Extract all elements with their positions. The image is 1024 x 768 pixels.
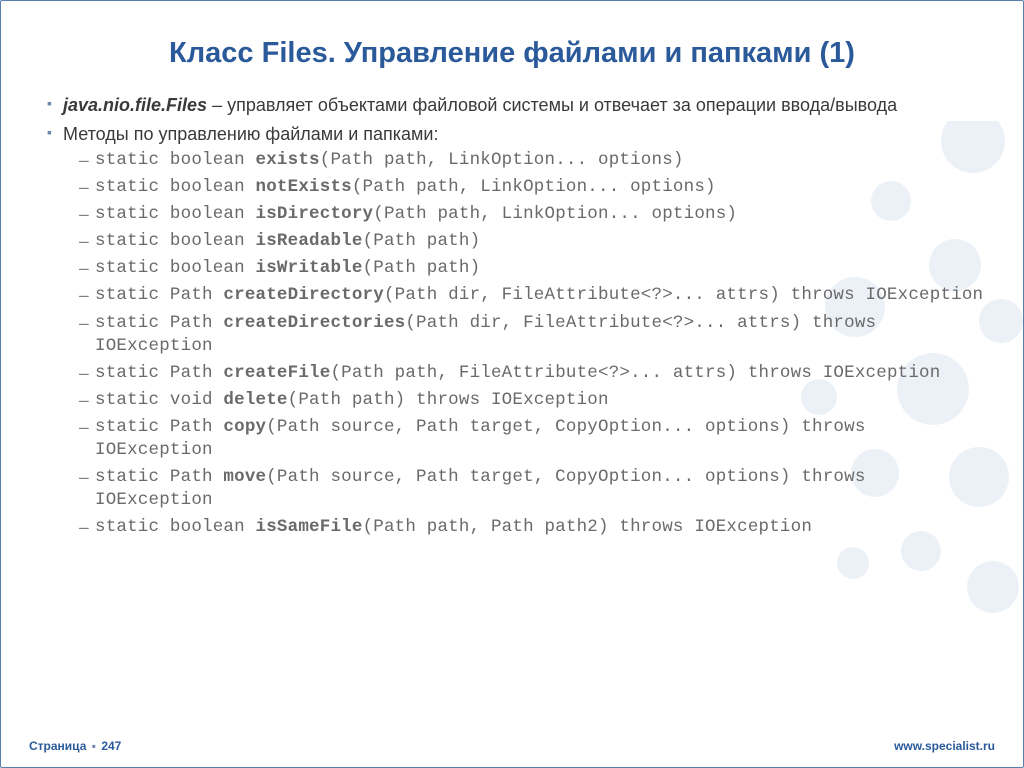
method-pre: static boolean — [95, 150, 256, 170]
method-post: (Path dir, FileAttribute<?>... attrs) th… — [384, 285, 983, 305]
class-name: java.nio.file.Files — [63, 95, 207, 115]
bullet-methods-label: Методы по управлению файлами и папками: … — [47, 123, 987, 540]
method-post: (Path path, LinkOption... options) — [373, 204, 737, 224]
method-pre: static Path — [95, 417, 223, 437]
method-signature: static Path copy(Path source, Path targe… — [63, 416, 987, 462]
separator-icon: ▪ — [92, 739, 96, 753]
method-signature: static boolean isReadable(Path path) — [63, 230, 987, 253]
method-post: (Path path, Path path2) throws IOExcepti… — [363, 517, 812, 537]
method-signature: static Path createDirectory(Path dir, Fi… — [63, 284, 987, 307]
method-pre: static boolean — [95, 177, 256, 197]
method-name: isWritable — [256, 258, 363, 278]
method-name: createDirectories — [223, 313, 405, 333]
method-post: (Path path) — [363, 258, 481, 278]
footer: Страница ▪ 247 www.specialist.ru — [1, 739, 1023, 753]
method-post: (Path path, LinkOption... options) — [320, 150, 684, 170]
method-pre: static boolean — [95, 517, 256, 537]
method-name: exists — [256, 150, 320, 170]
page-number: 247 — [101, 739, 121, 753]
method-post: (Path path, FileAttribute<?>... attrs) t… — [330, 363, 940, 383]
page-title: Класс Files. Управление файлами и папкам… — [61, 37, 963, 70]
methods-label: Методы по управлению файлами и папками: — [63, 124, 439, 144]
method-name: notExists — [256, 177, 352, 197]
method-signature: static boolean isWritable(Path path) — [63, 257, 987, 280]
page-indicator: Страница ▪ 247 — [29, 739, 121, 753]
method-pre: static boolean — [95, 258, 256, 278]
slide-container: Класс Files. Управление файлами и папкам… — [0, 0, 1024, 768]
intro-text: – управляет объектами файловой системы и… — [207, 95, 897, 115]
method-pre: static void — [95, 390, 223, 410]
method-signature: static void delete(Path path) throws IOE… — [63, 389, 987, 412]
method-name: isDirectory — [256, 204, 374, 224]
method-post: (Path path) — [363, 231, 481, 251]
method-signature: static Path createDirectories(Path dir, … — [63, 312, 987, 358]
method-name: isReadable — [256, 231, 363, 251]
footer-url: www.specialist.ru — [894, 739, 995, 753]
method-name: move — [223, 467, 266, 487]
bullet-intro: java.nio.file.Files – управляет объектам… — [47, 94, 987, 117]
methods-list: static boolean exists(Path path, LinkOpt… — [63, 149, 987, 539]
method-signature: static Path move(Path source, Path targe… — [63, 466, 987, 512]
method-signature: static Path createFile(Path path, FileAt… — [63, 362, 987, 385]
method-name: createFile — [223, 363, 330, 383]
page-label: Страница — [29, 739, 86, 753]
method-signature: static boolean exists(Path path, LinkOpt… — [63, 149, 987, 172]
method-pre: static Path — [95, 313, 223, 333]
method-name: createDirectory — [223, 285, 384, 305]
method-post: (Path path, LinkOption... options) — [352, 177, 716, 197]
method-name: delete — [223, 390, 287, 410]
method-signature: static boolean isDirectory(Path path, Li… — [63, 203, 987, 226]
method-pre: static boolean — [95, 204, 256, 224]
method-pre: static boolean — [95, 231, 256, 251]
method-pre: static Path — [95, 285, 223, 305]
method-signature: static boolean isSameFile(Path path, Pat… — [63, 516, 987, 539]
content-area: java.nio.file.Files – управляет объектам… — [47, 94, 987, 539]
method-post: (Path path) throws IOException — [288, 390, 609, 410]
method-pre: static Path — [95, 467, 223, 487]
method-pre: static Path — [95, 363, 223, 383]
method-signature: static boolean notExists(Path path, Link… — [63, 176, 987, 199]
method-name: copy — [223, 417, 266, 437]
method-name: isSameFile — [256, 517, 363, 537]
